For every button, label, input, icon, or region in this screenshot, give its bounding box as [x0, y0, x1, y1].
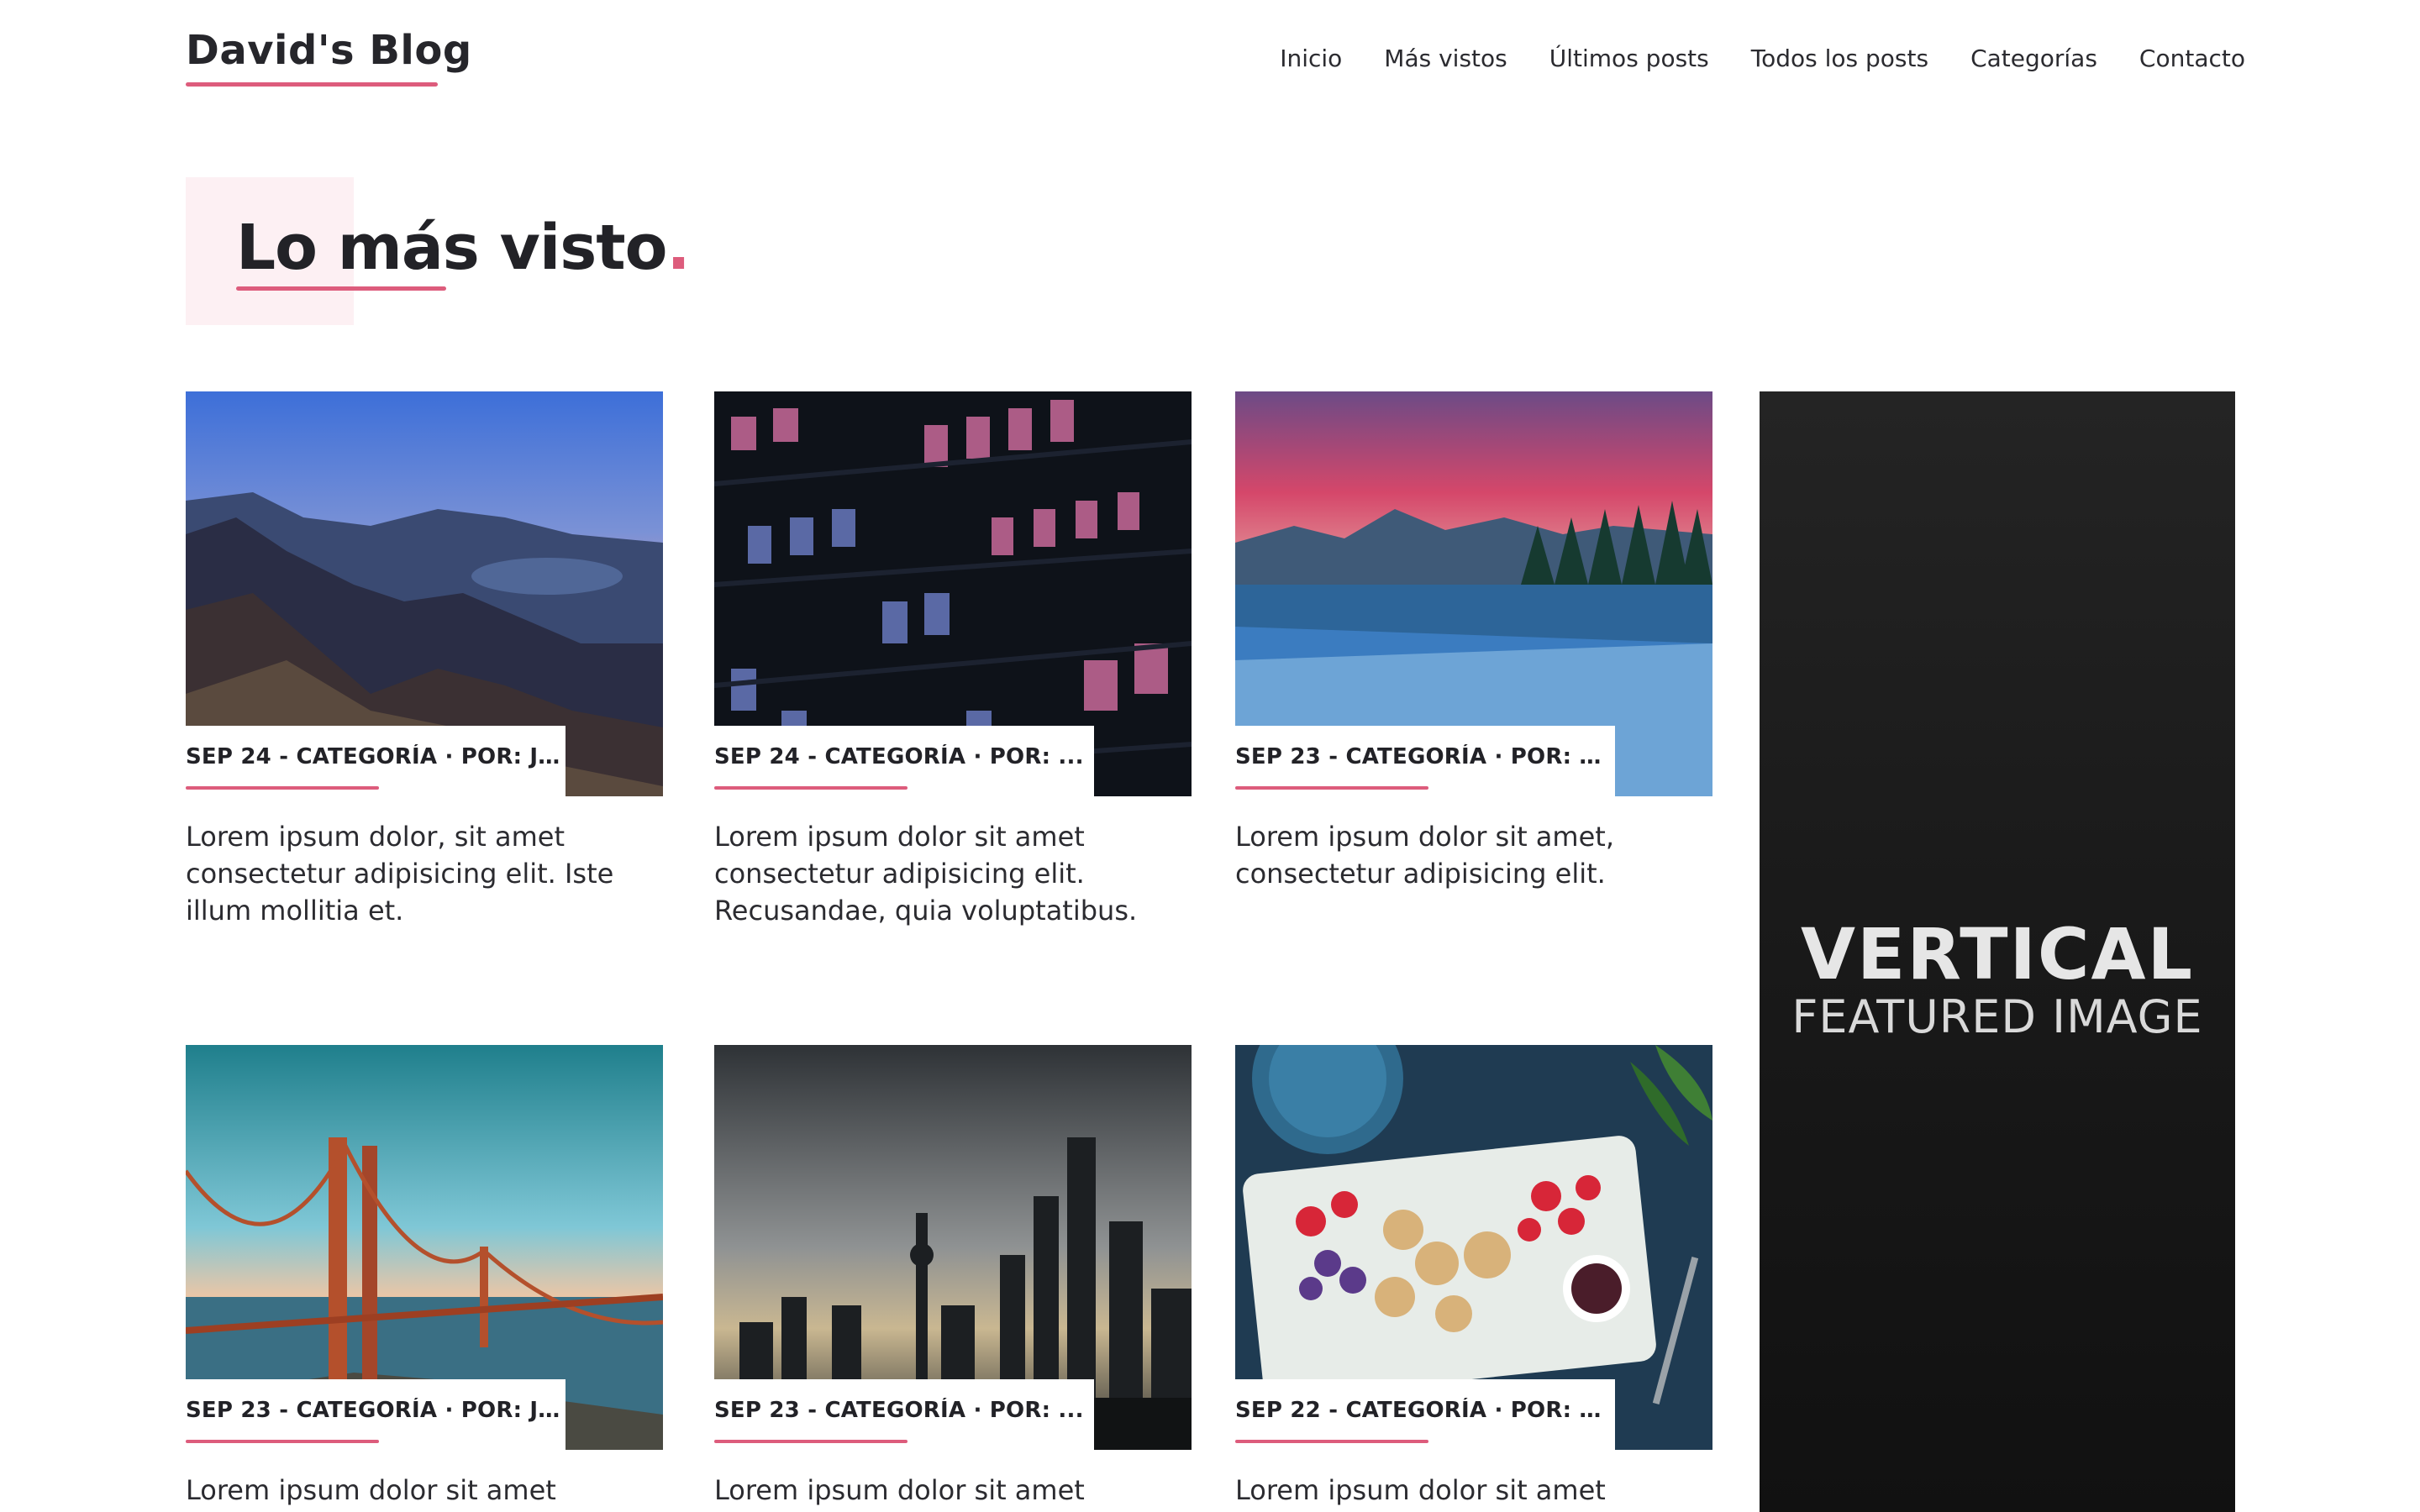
- post-excerpt[interactable]: Lorem ipsum dolor sit amet, consectetur …: [1235, 818, 1689, 892]
- post-meta-underline: [186, 1440, 379, 1443]
- post-meta-underline: [186, 786, 379, 790]
- post-meta-text: SEP 23 - CATEGORÍA · POR: T...: [1235, 744, 1615, 769]
- section-title-text: Lo más visto: [236, 212, 667, 284]
- post-excerpt[interactable]: Lorem ipsum dolor, sit amet consectetur …: [186, 818, 639, 929]
- post-excerpt[interactable]: Lorem ipsum dolor sit amet: [186, 1472, 639, 1509]
- brand-name[interactable]: David's Blog: [186, 25, 472, 76]
- site-brand[interactable]: David's Blog: [186, 25, 472, 87]
- nav-item-mas-vistos[interactable]: Más vistos: [1384, 44, 1507, 74]
- post-meta-text: SEP 22 - CATEGORÍA · POR: E...: [1235, 1398, 1615, 1423]
- post-meta-text: SEP 24 - CATEGORÍA · POR: ...: [714, 744, 1084, 769]
- post-card[interactable]: SEP 24 - CATEGORÍA · POR: ... Lorem ipsu…: [714, 391, 1192, 927]
- brand-underline: [186, 82, 438, 87]
- post-meta: SEP 23 - CATEGORÍA · POR: T...: [1235, 726, 1615, 796]
- featured-subtitle: FEATURED IMAGE: [1791, 990, 2203, 1043]
- post-meta-text: SEP 23 - CATEGORÍA · POR: J...: [186, 1398, 564, 1423]
- post-meta: SEP 22 - CATEGORÍA · POR: E...: [1235, 1379, 1615, 1450]
- vertical-featured-image[interactable]: VERTICAL FEATURED IMAGE: [1760, 391, 2235, 1512]
- nav-item-inicio[interactable]: Inicio: [1280, 44, 1342, 74]
- featured-title: VERTICAL: [1800, 913, 2195, 995]
- post-excerpt[interactable]: Lorem ipsum dolor sit amet consectetur a…: [714, 818, 1168, 929]
- post-meta-text: SEP 24 - CATEGORÍA · POR: J...: [186, 744, 564, 769]
- post-meta-underline: [714, 786, 908, 790]
- section-title-underline: [236, 286, 446, 291]
- post-card[interactable]: SEP 23 - CATEGORÍA · POR: J... Lorem ips…: [186, 1045, 663, 1506]
- section-title: Lo más visto.: [236, 210, 691, 286]
- section-title-dot: .: [666, 212, 690, 284]
- post-excerpt[interactable]: Lorem ipsum dolor sit amet: [1235, 1472, 1689, 1509]
- post-card[interactable]: SEP 24 - CATEGORÍA · POR: J... Lorem ips…: [186, 391, 663, 927]
- post-meta: SEP 24 - CATEGORÍA · POR: J...: [186, 726, 566, 796]
- post-meta-text: SEP 23 - CATEGORÍA · POR: ...: [714, 1398, 1084, 1423]
- nav-item-categorias[interactable]: Categorías: [1970, 44, 2097, 74]
- post-card[interactable]: SEP 22 - CATEGORÍA · POR: E... Lorem ips…: [1235, 1045, 1712, 1506]
- post-meta-underline: [1235, 1440, 1428, 1443]
- post-meta: SEP 24 - CATEGORÍA · POR: ...: [714, 726, 1094, 796]
- post-excerpt[interactable]: Lorem ipsum dolor sit amet: [714, 1472, 1168, 1509]
- nav-item-todos-los-posts[interactable]: Todos los posts: [1751, 44, 1928, 74]
- nav-item-contacto[interactable]: Contacto: [2139, 44, 2245, 74]
- post-meta: SEP 23 - CATEGORÍA · POR: ...: [714, 1379, 1094, 1450]
- main-nav: Inicio Más vistos Últimos posts Todos lo…: [1238, 44, 2245, 74]
- post-meta-underline: [1235, 786, 1428, 790]
- nav-item-ultimos-posts[interactable]: Últimos posts: [1549, 44, 1709, 74]
- post-card[interactable]: SEP 23 - CATEGORÍA · POR: T... Lorem ips…: [1235, 391, 1712, 890]
- post-card[interactable]: SEP 23 - CATEGORÍA · POR: ... Lorem ipsu…: [714, 1045, 1192, 1506]
- post-meta-underline: [714, 1440, 908, 1443]
- post-meta: SEP 23 - CATEGORÍA · POR: J...: [186, 1379, 566, 1450]
